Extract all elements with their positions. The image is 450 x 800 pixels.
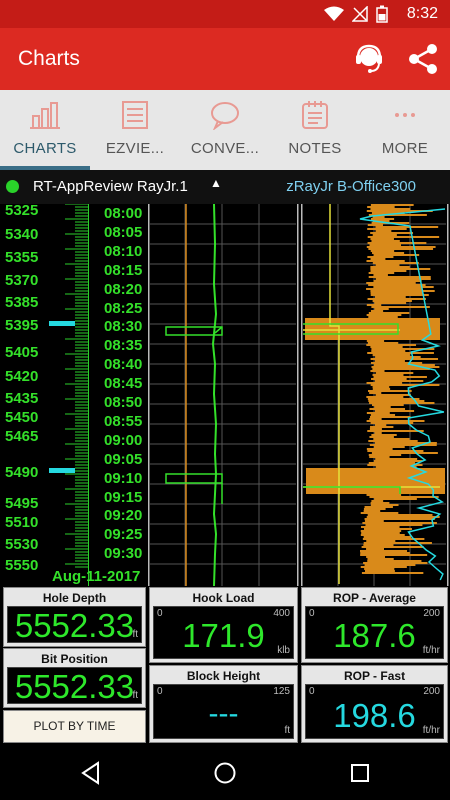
tab-charts-label: CHARTS	[13, 140, 77, 157]
headset-icon	[356, 44, 382, 73]
battery-icon	[376, 5, 388, 23]
more-dots-icon	[395, 113, 415, 117]
tab-conversations[interactable]: CONVE...	[180, 90, 270, 170]
hole-depth-value: 5552.33	[14, 607, 135, 644]
plot-by-time-button[interactable]: PLOT BY TIME	[3, 710, 146, 743]
caret-up-icon[interactable]: ▲	[210, 176, 222, 190]
tab-notes[interactable]: NOTES	[270, 90, 360, 170]
back-icon[interactable]	[78, 760, 104, 786]
status-time: 8:32	[406, 5, 438, 22]
chat-bubble-icon	[211, 102, 239, 130]
well-selector[interactable]: RT-AppReview RayJr.1 ▲ zRayJr B-Office30…	[0, 170, 450, 204]
rop-fast-max: 200	[423, 686, 440, 697]
page-title: Charts	[18, 47, 80, 70]
tab-bar: CHARTS EZVIE... CONVE... NOTES MORE	[0, 90, 450, 170]
status-bar: 8:32	[0, 0, 450, 28]
curve-tracks	[88, 204, 449, 586]
hook-load-curve	[211, 204, 218, 586]
tab-ezview-label: EZVIE...	[105, 140, 165, 157]
hole-depth-gauge[interactable]: Hole Depth 5552.33 ft	[3, 587, 146, 647]
hole-depth-title: Hole Depth	[42, 591, 107, 605]
chart-date: Aug-11-2017	[52, 568, 141, 585]
tab-more[interactable]: MORE	[360, 90, 450, 170]
share-icon	[409, 44, 437, 74]
tab-conversations-label: CONVE...	[190, 140, 260, 157]
list-icon	[122, 101, 148, 129]
wifi-icon	[324, 6, 344, 21]
tab-notes-label: NOTES	[288, 140, 342, 157]
app-bar: Charts	[0, 28, 450, 90]
bit-position-value: 5552.33	[14, 668, 135, 705]
rop-fast-title: ROP - Fast	[343, 669, 406, 683]
recents-icon[interactable]	[347, 760, 373, 786]
log-chart[interactable]: 5325 5340 5355 5370 5385 5395 5405 5420 5435 5450…	[0, 202, 450, 586]
bit-position-gauge[interactable]: Bit Position 5552.33 ft	[3, 648, 146, 708]
rop-fast-min: 0	[309, 686, 315, 697]
hook-load-title: Hook Load	[192, 591, 255, 605]
rig-name: zRayJr B-Office300	[286, 178, 416, 195]
block-height-gauge[interactable]: Block Height 0 125 --- ft	[149, 665, 298, 743]
hook-load-gauge[interactable]: Hook Load 0 400 171.9 klb	[149, 587, 298, 663]
connection-status-dot	[6, 180, 19, 193]
share-button[interactable]	[404, 40, 442, 78]
bit-position-unit: ft	[132, 690, 138, 701]
rop-average-unit: ft/hr	[422, 645, 440, 656]
block-height-title: Block Height	[186, 669, 261, 683]
hole-depth-unit: ft	[132, 629, 138, 640]
tab-more-label: MORE	[381, 140, 429, 157]
hook-load-value: 171.9	[182, 617, 265, 654]
notes-icon	[302, 101, 328, 129]
tab-ezview[interactable]: EZVIE...	[90, 90, 180, 170]
gauge-panel: Hole Depth 5552.33 ft Bit Position 5552.…	[0, 586, 450, 746]
block-height-max: 125	[273, 686, 290, 697]
home-icon[interactable]	[212, 760, 238, 786]
bit-position-title: Bit Position	[41, 652, 108, 666]
tab-charts[interactable]: CHARTS	[0, 90, 90, 170]
rop-average-title: ROP - Average	[333, 591, 416, 605]
block-height-value: ---	[208, 697, 239, 730]
no-signal-icon	[352, 6, 368, 22]
rop-fast-unit: ft/hr	[422, 725, 440, 736]
hook-load-unit: klb	[277, 645, 290, 656]
well-name: RT-AppReview RayJr.1	[33, 178, 188, 195]
bar-chart-icon	[30, 102, 60, 129]
rop-average-gauge[interactable]: ROP - Average 0 200 187.6 ft/hr	[301, 587, 448, 663]
support-button[interactable]	[350, 40, 388, 78]
system-nav-bar	[0, 746, 450, 800]
rop-fast-gauge[interactable]: ROP - Fast 0 200 198.6 ft/hr	[301, 665, 448, 743]
status-icons	[324, 4, 388, 24]
block-height-unit: ft	[284, 725, 290, 736]
block-height-min: 0	[157, 686, 163, 697]
